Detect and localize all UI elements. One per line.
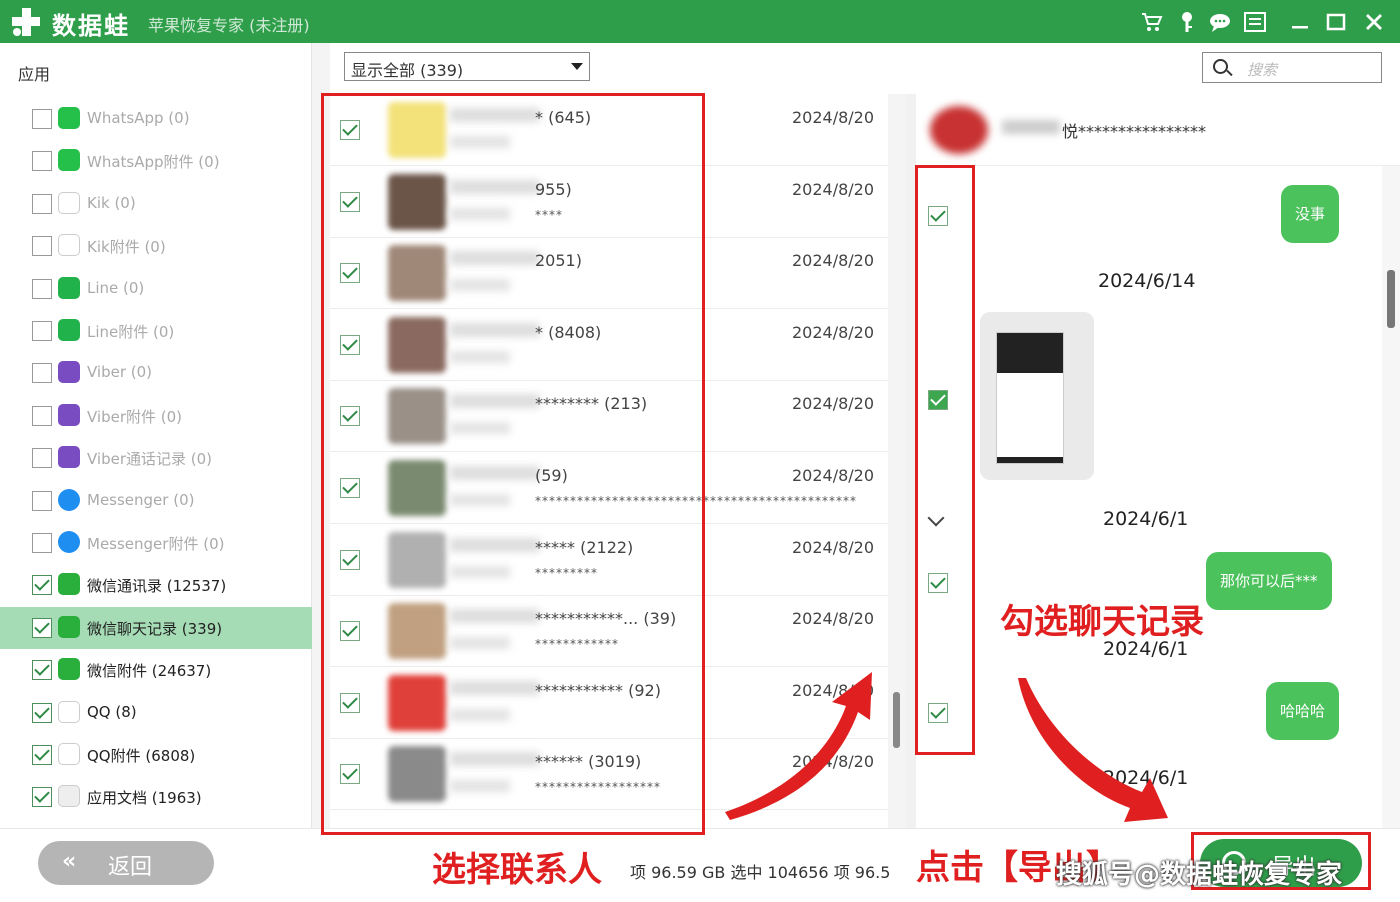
annotation-select-contacts: 选择联系人 <box>432 850 602 890</box>
annotation-arrows <box>725 672 1168 822</box>
watermark: 搜狐号@数据蛙恢复专家 <box>1056 860 1343 890</box>
arrow-to-contacts-icon <box>725 672 872 820</box>
annotation-check-records: 勾选聊天记录 <box>1000 602 1204 642</box>
arrow-to-export-icon <box>1018 678 1168 822</box>
